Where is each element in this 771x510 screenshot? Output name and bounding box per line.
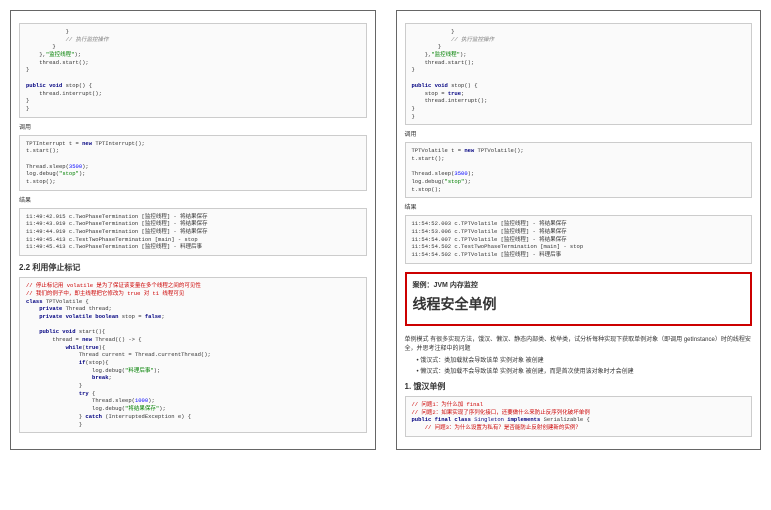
code-block-call-volatile: TPTVolatile t = new TPTVolatile(); t.sta… bbox=[405, 142, 753, 198]
paragraph-intro: 单例模式 有很多实现方法，饿汉、懒汉、静态内部类、枚举类，试分析每种实现下获取单… bbox=[405, 334, 753, 352]
label-call-r: 调用 bbox=[405, 129, 753, 138]
case-heading: 线程安全单例 bbox=[413, 294, 745, 314]
case-box: 案例：JVM 内存监控 线程安全单例 bbox=[405, 272, 753, 326]
code-block-singleton: // 问题1：为什么加 final // 问题2：如果实现了序列化接口，还要做什… bbox=[405, 396, 753, 437]
bullet-lazy: 懒汉式：类加载不会导致该单 实例对象 被创建，而是首次使用该对象时才会创建 bbox=[417, 366, 753, 375]
code-text: TPTVolatile t = new TPTVolatile(); t.sta… bbox=[412, 147, 524, 192]
code-block-result-interrupt: 11:49:42.915 c.TwoPhaseTermination [监控线程… bbox=[19, 208, 367, 256]
code-text: } // 执行监控操作 } },"监控线程"); thread.start();… bbox=[26, 28, 109, 112]
code-block-stop-interrupt: } // 执行监控操作 } },"监控线程"); thread.start();… bbox=[19, 23, 367, 118]
code-block-volatile-class: // 停止标记用 volatile 是为了保证该变量在多个线程之间的可见性 //… bbox=[19, 277, 367, 433]
label-result-r: 结果 bbox=[405, 202, 753, 211]
label-result: 结果 bbox=[19, 195, 367, 204]
section-title-stop-flag: 2.2 利用停止标记 bbox=[19, 262, 367, 273]
code-block-stop-volatile: } // 执行监控操作 } },"监控线程"); thread.start();… bbox=[405, 23, 753, 125]
section-title-eager-singleton: 1. 饿汉单例 bbox=[405, 381, 753, 392]
bullet-eager: 饿汉式：类加载就会导致该单 实例对象 被创建 bbox=[417, 355, 753, 364]
case-title: 案例：JVM 内存监控 bbox=[413, 280, 745, 290]
code-block-call-interrupt: TPTInterrupt t = new TPTInterrupt(); t.s… bbox=[19, 135, 367, 191]
code-text: } // 执行监控操作 } },"监控线程"); thread.start();… bbox=[412, 28, 495, 120]
code-text: TPTInterrupt t = new TPTInterrupt(); t.s… bbox=[26, 140, 145, 185]
page-left: } // 执行监控操作 } },"监控线程"); thread.start();… bbox=[10, 10, 376, 450]
page-right: } // 执行监控操作 } },"监控线程"); thread.start();… bbox=[396, 10, 762, 450]
code-block-result-volatile: 11:54:52.003 c.TPTVolatile [监控线程] - 将结果保… bbox=[405, 215, 753, 263]
label-call: 调用 bbox=[19, 122, 367, 131]
code-text: // 停止标记用 volatile 是为了保证该变量在多个线程之间的可见性 //… bbox=[26, 282, 211, 427]
code-text: // 问题1：为什么加 final // 问题2：如果实现了序列化接口，还要做什… bbox=[412, 401, 590, 431]
